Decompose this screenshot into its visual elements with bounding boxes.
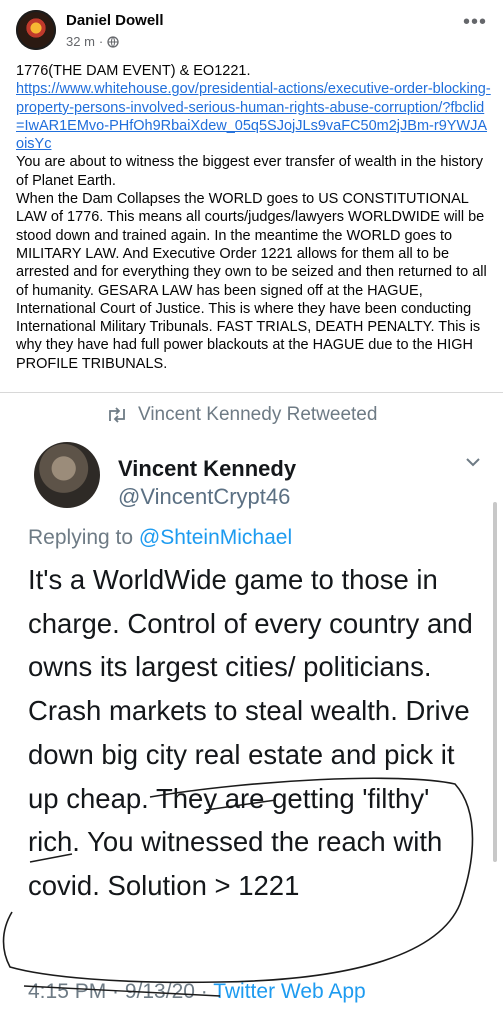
chevron-down-icon bbox=[466, 458, 480, 467]
post-meta: 32 m · bbox=[66, 34, 119, 49]
replying-to: Replying to @ShteinMichael bbox=[28, 526, 292, 550]
tweet-body: It's a WorldWide game to those in charge… bbox=[28, 564, 473, 901]
tweet-avatar bbox=[34, 442, 100, 508]
post-paragraph-2: When the Dam Collapses the WORLD goes to… bbox=[16, 191, 487, 372]
author-avatar[interactable] bbox=[16, 10, 56, 50]
tweet-footer: 4:15 PM · 9/13/20 · Twitter Web App bbox=[28, 980, 366, 1004]
tweet-author-name: Vincent Kennedy bbox=[118, 456, 297, 481]
globe-icon bbox=[107, 35, 119, 48]
replying-mention: @ShteinMichael bbox=[138, 526, 293, 549]
post-link[interactable]: https://www.whitehouse.gov/presidential-… bbox=[16, 81, 491, 152]
post-line-1: 1776(THE DAM EVENT) & EO1221. bbox=[16, 63, 251, 79]
tweet-author-handle: @VincentCrypt46 bbox=[118, 484, 291, 509]
tweet-app: Twitter Web App bbox=[213, 980, 366, 1003]
retweet-icon bbox=[109, 407, 125, 423]
more-horizontal-icon: ••• bbox=[462, 11, 487, 33]
post-text: 1776(THE DAM EVENT) & EO1221. https://ww… bbox=[16, 62, 492, 373]
divider bbox=[0, 392, 503, 393]
post-header: Daniel Dowell 32 m · ••• bbox=[0, 0, 503, 62]
tweet-timestamp: 4:15 PM · 9/13/20 · bbox=[28, 980, 214, 1003]
retweet-label: Vincent Kennedy Retweeted bbox=[138, 404, 378, 425]
more-options-button[interactable]: ••• bbox=[463, 12, 487, 32]
replying-prefix: Replying to bbox=[28, 526, 139, 549]
meta-separator: · bbox=[98, 34, 104, 49]
post-time[interactable]: 32 m bbox=[66, 34, 95, 49]
post-paragraph-1: You are about to witness the biggest eve… bbox=[16, 154, 483, 189]
retweet-row: Vincent Kennedy Retweeted bbox=[106, 404, 377, 426]
tweet-screenshot[interactable]: Vincent Kennedy Retweeted Vincent Kenned… bbox=[0, 392, 503, 1013]
author-name[interactable]: Daniel Dowell bbox=[66, 12, 164, 29]
scrollbar bbox=[493, 502, 497, 862]
